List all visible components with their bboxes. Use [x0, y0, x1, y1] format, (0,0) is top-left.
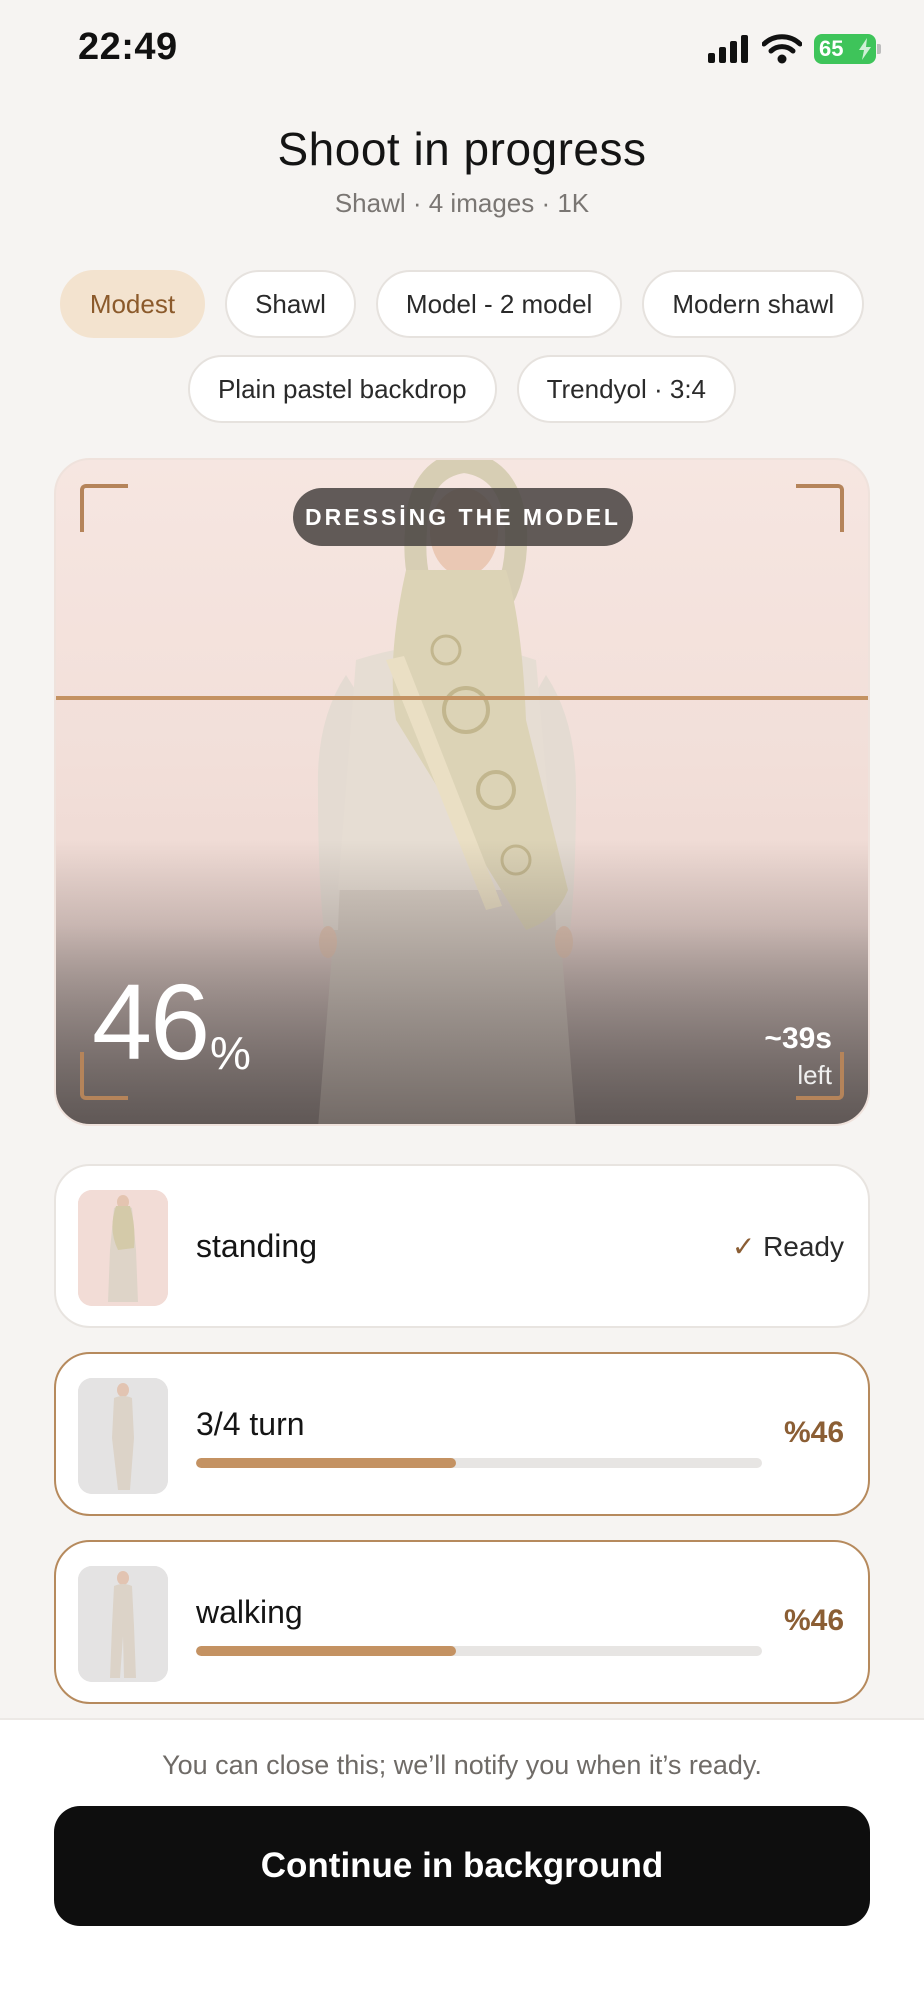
page-subtitle: Shawl · 4 images · 1K	[334, 188, 590, 218]
pose-card-three-quarter-turn[interactable]: 3/4 turn %46	[54, 1352, 870, 1516]
notify-message: You can close this; we’ll notify you whe…	[162, 1750, 762, 1780]
progress-percent-symbol: %	[210, 1027, 251, 1079]
frame-corner-icon	[796, 484, 844, 532]
pose-thumbnail	[78, 1378, 168, 1494]
status-icons: 65	[708, 34, 881, 64]
chip-brand-ratio[interactable]: Trendyol · 3:4	[516, 355, 737, 423]
pose-name: 3/4 turn	[196, 1406, 305, 1442]
pose-name: walking	[196, 1594, 303, 1630]
pose-percent: %46	[783, 1416, 844, 1449]
status-time: 22:49	[78, 26, 178, 68]
wifi-icon	[762, 34, 802, 64]
continue-in-background-button[interactable]: Continue in background	[54, 1806, 870, 1926]
pose-percent: %46	[783, 1604, 844, 1637]
stage-badge: DRESSİNG THE MODEL	[293, 488, 633, 546]
chips-row: Plain pastel backdrop Trendyol · 3:4	[0, 355, 924, 423]
page-title: Shoot in progress	[277, 123, 647, 175]
pose-status-label: Ready	[763, 1231, 844, 1262]
bolt-icon	[859, 38, 871, 60]
status-bar: 22:49 65	[0, 0, 924, 100]
progress-percent: 46	[92, 961, 210, 1082]
chip-modern-shawl[interactable]: Modern shawl	[642, 270, 865, 338]
pose-name: standing	[196, 1228, 317, 1264]
pose-progress-fill	[196, 1458, 457, 1468]
pose-progress-fill	[196, 1646, 457, 1656]
shoot-preview: DRESSİNG THE MODEL 46 % ~39s left	[54, 458, 870, 1126]
checkmark-icon: ✓	[731, 1231, 764, 1262]
pose-thumbnail	[78, 1190, 168, 1306]
time-remaining: ~39s	[764, 1022, 832, 1055]
pose-progress-bar	[196, 1646, 762, 1656]
bottom-sheet: You can close this; we’ll notify you whe…	[0, 1718, 924, 2000]
frame-corner-icon	[80, 484, 128, 532]
chip-shawl[interactable]: Shawl	[225, 270, 356, 338]
pose-card-walking[interactable]: walking %46	[54, 1540, 870, 1704]
pose-card-standing[interactable]: standing ✓ Ready	[54, 1164, 870, 1328]
pose-progress-bar	[196, 1458, 762, 1468]
scan-line	[56, 696, 868, 700]
signal-icon	[708, 35, 750, 63]
chips-row: Modest Shawl Model - 2 model Modern shaw…	[0, 270, 924, 338]
chip-modest[interactable]: Modest	[59, 270, 206, 338]
battery-level: 65	[819, 36, 844, 61]
pose-status: ✓ Ready	[732, 1230, 844, 1263]
time-remaining-label: left	[797, 1060, 832, 1090]
pose-thumbnail	[78, 1566, 168, 1682]
battery-charging-icon: 65	[814, 34, 881, 64]
chip-backdrop[interactable]: Plain pastel backdrop	[187, 355, 497, 423]
chip-model[interactable]: Model - 2 model	[375, 270, 623, 338]
